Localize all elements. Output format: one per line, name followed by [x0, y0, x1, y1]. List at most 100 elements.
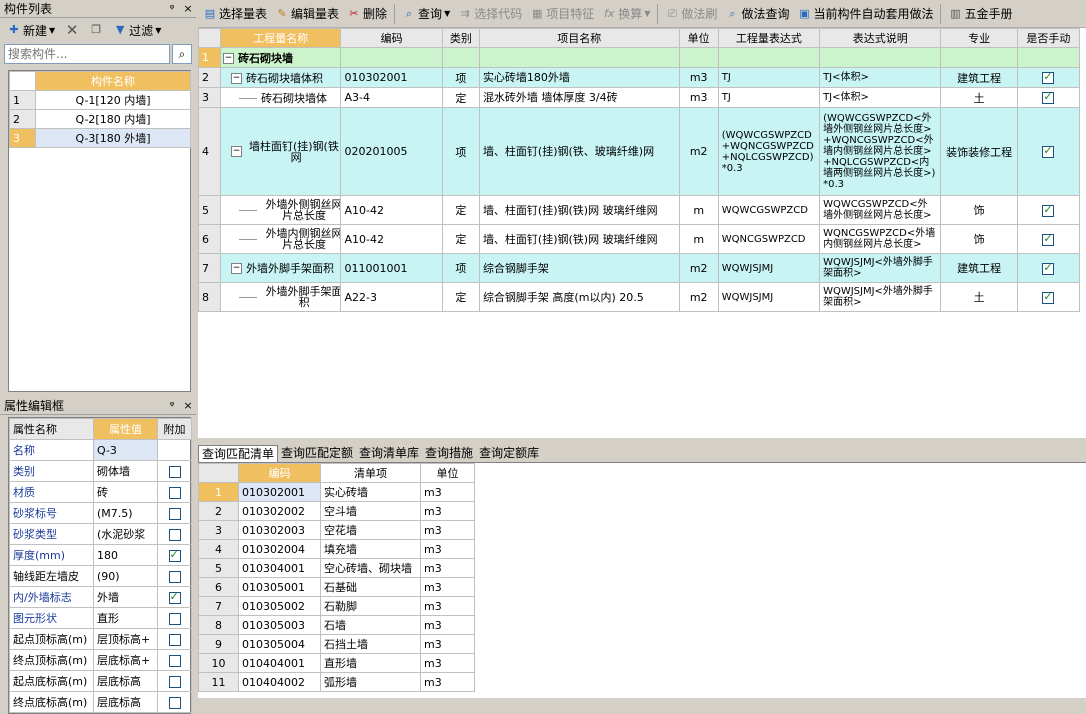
property-value[interactable]: Q-3: [93, 439, 158, 461]
match-unit[interactable]: m3: [420, 558, 475, 578]
manual-cell[interactable]: [1016, 107, 1081, 196]
code-cell[interactable]: A3-4: [340, 87, 443, 108]
match-item[interactable]: 空花墙: [320, 520, 421, 540]
quantity-row[interactable]: 4− 墙柱面钉(挂)钢(铁)网 020201005 项墙、柱面钉(挂)钢(铁、玻璃纤维…: [197, 107, 1081, 196]
match-code[interactable]: 010302004: [238, 539, 321, 559]
property-row[interactable]: 内/外墙标志 外墙: [9, 586, 192, 608]
tab-2[interactable]: 查询匹配定额: [278, 445, 356, 462]
property-value[interactable]: 层底标高+: [93, 649, 158, 671]
select-quantity-table-button[interactable]: ▤ 选择量表: [200, 4, 270, 24]
extra-checkbox[interactable]: [168, 486, 181, 499]
code-header[interactable]: 编码: [340, 28, 443, 48]
match-unit[interactable]: m3: [420, 596, 475, 616]
item-name-cell[interactable]: 实心砖墙180外墙: [478, 67, 680, 88]
property-value[interactable]: 层顶标高+: [93, 628, 158, 650]
property-value[interactable]: 砖: [93, 481, 158, 503]
property-row[interactable]: 材质砖: [9, 481, 192, 503]
method-brush-button[interactable]: ⎚ 做法刷: [662, 4, 720, 24]
expression-cell[interactable]: WQWJSJMJ: [717, 282, 821, 312]
match-code[interactable]: 010305002: [238, 596, 321, 616]
match-item[interactable]: 石勒脚: [320, 596, 421, 616]
unit-cell[interactable]: m2: [678, 107, 719, 196]
delete-row-button[interactable]: ✂ 删除: [344, 4, 390, 24]
extra-checkbox[interactable]: [168, 465, 181, 478]
tab-3[interactable]: 查询清单库: [356, 445, 422, 462]
item-name-cell[interactable]: 综合钢脚手架: [478, 253, 680, 283]
extra-checkbox[interactable]: [168, 612, 181, 625]
extra-checkbox[interactable]: [168, 633, 181, 646]
match-unit[interactable]: m3: [420, 520, 475, 540]
component-row[interactable]: 3 Q-3[180 外墙]: [9, 128, 191, 148]
property-value[interactable]: 砌体墙: [93, 460, 158, 482]
unit-cell[interactable]: m: [678, 195, 719, 225]
match-row[interactable]: 4 010302004 填充墙 m3: [198, 539, 475, 559]
item-name-cell[interactable]: 墙、柱面钉(挂)钢(铁)网 玻璃纤维网: [478, 195, 680, 225]
expression-desc-cell[interactable]: WQWJSJMJ<外墙外脚手架面积>: [819, 282, 942, 312]
match-item[interactable]: 实心砖墙: [320, 482, 421, 502]
match-item[interactable]: 石基础: [320, 577, 421, 597]
property-row[interactable]: 起点顶标高(m) 层顶标高+: [9, 628, 192, 650]
component-name-header[interactable]: 构件名称: [35, 71, 191, 91]
unit-header[interactable]: 单位: [678, 28, 719, 48]
manual-cell[interactable]: [1016, 224, 1081, 254]
type-header[interactable]: 类别: [441, 28, 480, 48]
search-icon[interactable]: ⌕: [172, 44, 192, 64]
match-row[interactable]: 8 010305003 石墙 m3: [198, 615, 475, 635]
match-code[interactable]: 010305003: [238, 615, 321, 635]
collapse-icon[interactable]: −: [231, 263, 243, 274]
specialty-cell[interactable]: 建筑工程: [940, 67, 1018, 88]
specialty-cell[interactable]: 建筑工程: [940, 253, 1018, 283]
expression-cell[interactable]: WQWCGSWPZCD: [717, 195, 821, 225]
property-row[interactable]: 终点顶标高(m) 层底标高+: [9, 649, 192, 671]
expression-cell[interactable]: TJ: [717, 67, 821, 88]
extra-checkbox[interactable]: [168, 696, 181, 709]
manual-checkbox[interactable]: [1042, 90, 1055, 104]
specialty-header[interactable]: 专业: [940, 28, 1018, 48]
component-row[interactable]: 2 Q-2[180 内墙]: [9, 109, 191, 129]
manual-checkbox[interactable]: [1042, 203, 1055, 217]
quantity-row[interactable]: 3 砖石砌块墙体 A3-4 定混水砖外墙 墙体厚度 3/4砖 m3 TJ TJ<体积> 土: [197, 87, 1081, 108]
method-query-button[interactable]: ⌕ 做法查询: [722, 4, 792, 24]
quantity-row[interactable]: 6 外墙内侧钢丝网片总长度 A10-42 定墙、柱面钉(挂)钢(铁)网 玻璃纤维网 m W…: [197, 224, 1081, 254]
manual-cell[interactable]: [1016, 47, 1081, 68]
match-row[interactable]: 9 010305004 石挡土墙 m3: [198, 634, 475, 654]
type-cell[interactable]: [441, 47, 480, 68]
specialty-cell[interactable]: 饰: [940, 195, 1018, 225]
quantity-row[interactable]: 8 外墙外脚手架面积 A22-3 定综合钢脚手架 高度(m以内) 20.5 m2 WQWJ…: [197, 282, 1081, 312]
property-row[interactable]: 砂浆类型 (水泥砂浆: [9, 523, 192, 545]
manual-cell[interactable]: [1016, 282, 1081, 312]
manual-checkbox[interactable]: [1042, 290, 1055, 304]
match-row[interactable]: 11 010404002 弧形墙 m3: [198, 672, 475, 692]
delete-button[interactable]: ✕: [62, 20, 82, 40]
match-code[interactable]: 010404002: [238, 672, 321, 692]
property-value[interactable]: (水泥砂浆: [93, 523, 158, 545]
type-cell[interactable]: 定: [441, 195, 480, 225]
unit-cell[interactable]: m3: [678, 87, 719, 108]
quantity-row[interactable]: 5 外墙外侧钢丝网片总长度 A10-42 定墙、柱面钉(挂)钢(铁)网 玻璃纤维网 m W…: [197, 195, 1081, 225]
match-unit[interactable]: m3: [420, 653, 475, 673]
match-unit[interactable]: m3: [420, 539, 475, 559]
match-code[interactable]: 010305001: [238, 577, 321, 597]
unit-cell[interactable]: [678, 47, 719, 68]
manual-checkbox[interactable]: [1042, 261, 1055, 275]
match-code[interactable]: 010302001: [238, 482, 321, 502]
tab-1[interactable]: 查询匹配清单: [198, 445, 279, 462]
property-row[interactable]: 终点底标高(m) 层底标高: [9, 691, 192, 713]
item-feature-button[interactable]: ▦ 项目特征: [527, 4, 597, 24]
match-unit[interactable]: m3: [420, 577, 475, 597]
property-row[interactable]: 图元形状 直形: [9, 607, 192, 629]
property-row[interactable]: 类别 砌体墙: [9, 460, 192, 482]
list-item-header[interactable]: 清单项: [320, 463, 421, 483]
property-value[interactable]: 层底标高: [93, 691, 158, 713]
match-unit[interactable]: m3: [420, 501, 475, 521]
item-name-cell[interactable]: 混水砖外墙 墙体厚度 3/4砖: [478, 87, 680, 108]
match-row[interactable]: 5 010304001 空心砖墙、砌块墙 m3: [198, 558, 475, 578]
extra-checkbox[interactable]: [168, 675, 181, 688]
specialty-cell[interactable]: 饰: [940, 224, 1018, 254]
close-icon[interactable]: ×: [180, 2, 196, 15]
type-cell[interactable]: 项: [441, 107, 480, 196]
code-cell[interactable]: A10-42: [340, 195, 443, 225]
expression-desc-cell[interactable]: WQWCGSWPZCD<外墙外侧钢丝网片总长度>: [819, 195, 942, 225]
filter-button[interactable]: ▼ 过滤 ▼: [110, 20, 164, 40]
query-button[interactable]: ⌕ 查询 ▼: [399, 4, 453, 24]
